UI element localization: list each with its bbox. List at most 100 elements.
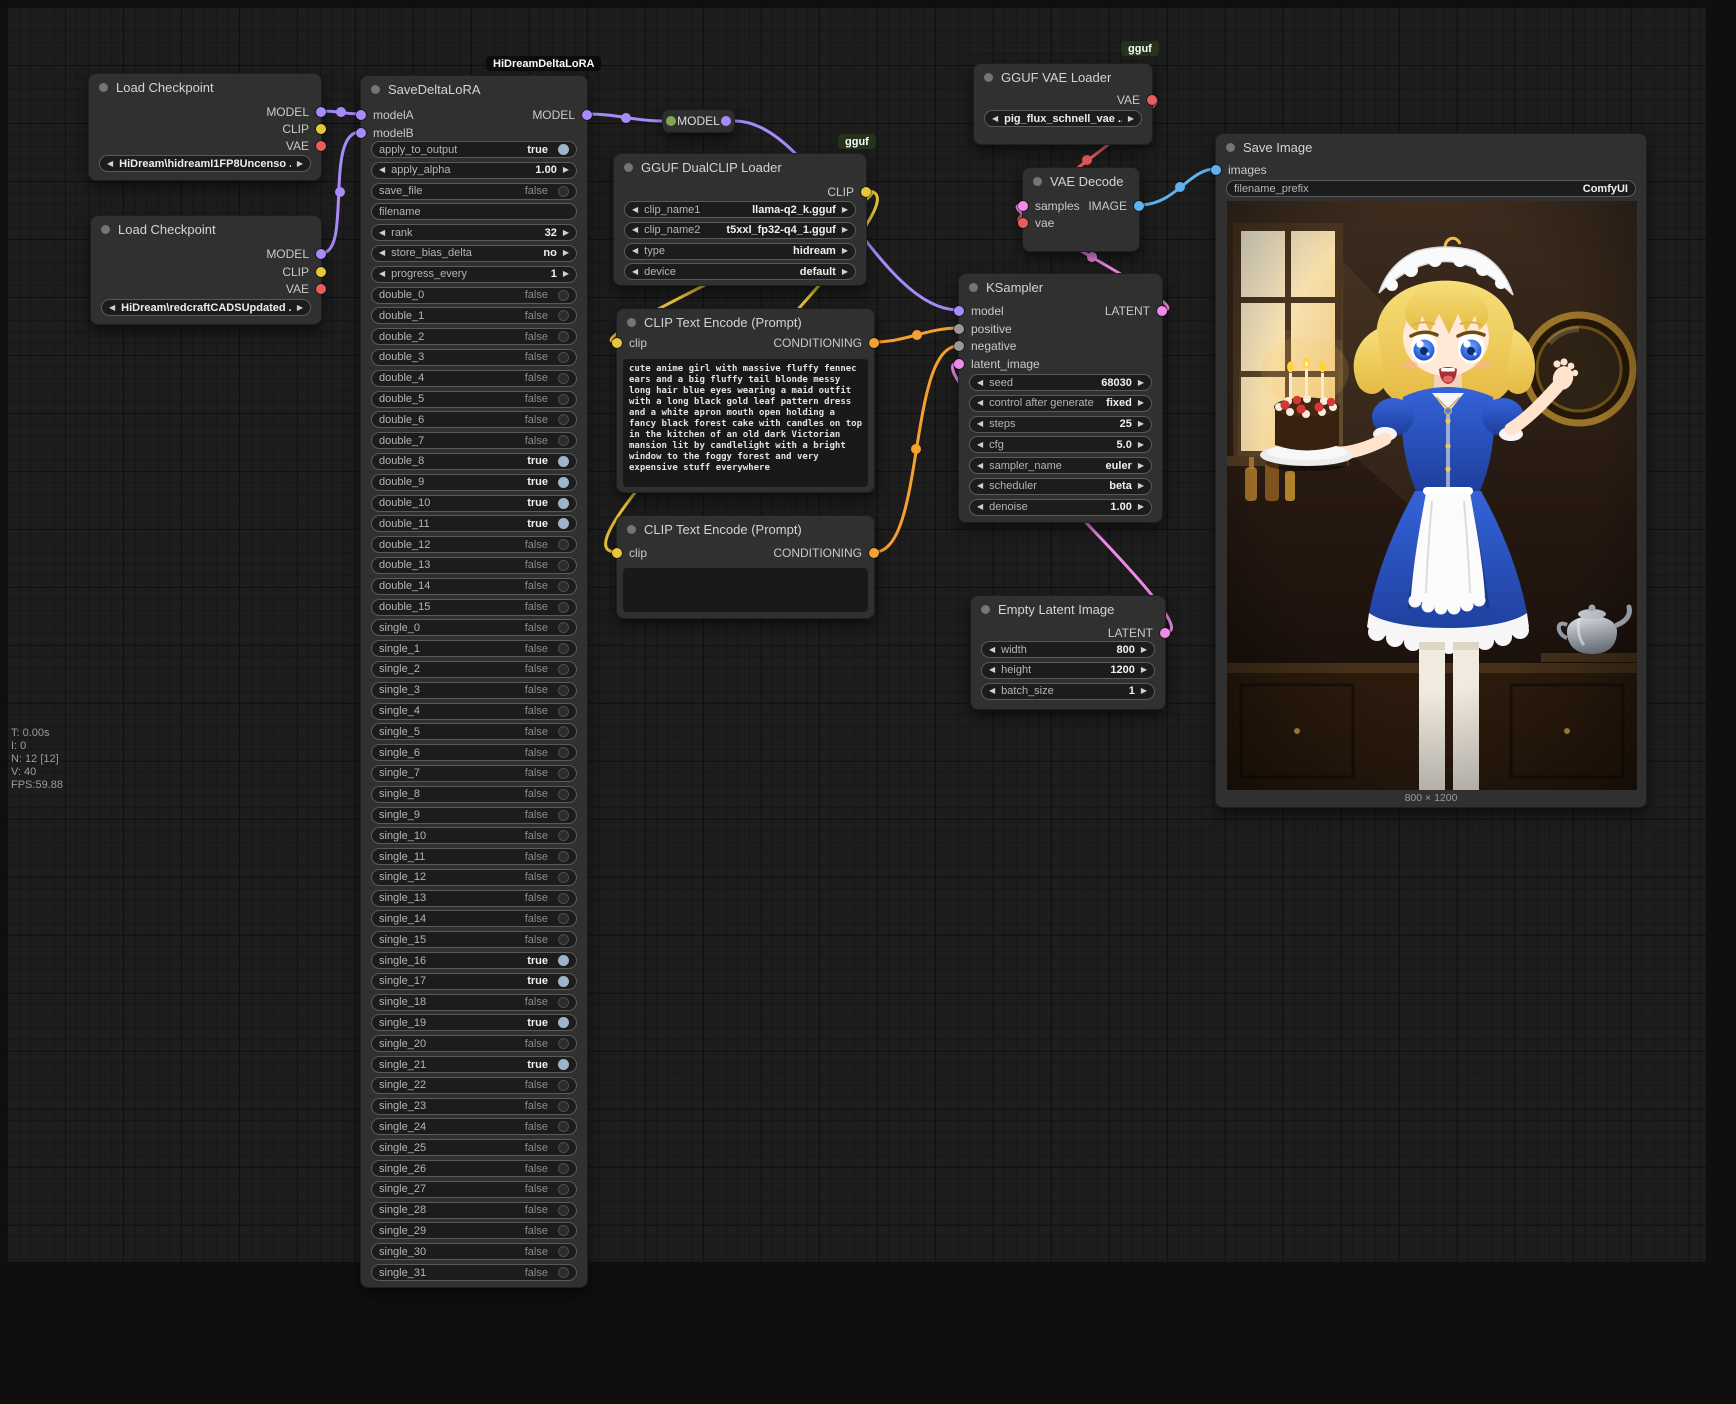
toggle-dot[interactable] — [558, 498, 569, 509]
increment-arrow-icon[interactable]: ▶ — [1141, 687, 1147, 695]
toggle-dot[interactable] — [558, 913, 569, 924]
port-dot[interactable] — [1147, 95, 1157, 105]
node-empty-latent-image[interactable]: Empty Latent Image ◀width800▶◀height1200… — [970, 595, 1166, 710]
output-port-CONDITIONING[interactable]: CONDITIONING — [773, 336, 879, 350]
widget-rank[interactable]: ◀rank32▶ — [371, 224, 577, 241]
toggle-dot[interactable] — [558, 456, 569, 467]
widget-single-19[interactable]: single_19true — [371, 1014, 577, 1031]
port-dot[interactable] — [356, 128, 366, 138]
increment-arrow-icon[interactable]: ▶ — [1138, 399, 1144, 407]
toggle-dot[interactable] — [558, 851, 569, 862]
widget-pig-flux-schnell-vae-[interactable]: ◀pig_flux_schnell_vae ...▶ — [984, 110, 1142, 127]
toggle-dot[interactable] — [558, 394, 569, 405]
widget-scheduler[interactable]: ◀schedulerbeta▶ — [969, 478, 1152, 495]
decrement-arrow-icon[interactable]: ◀ — [989, 687, 995, 695]
input-port-clip[interactable]: clip — [612, 336, 647, 350]
input-port-positive[interactable]: positive — [954, 322, 1012, 336]
output-port-LATENT[interactable]: LATENT — [1108, 626, 1170, 640]
toggle-dot[interactable] — [558, 518, 569, 529]
increment-arrow-icon[interactable]: ▶ — [842, 268, 848, 276]
increment-arrow-icon[interactable]: ▶ — [1138, 462, 1144, 470]
input-port-modelA[interactable]: modelA — [356, 108, 414, 122]
decrement-arrow-icon[interactable]: ◀ — [977, 379, 983, 387]
port-dot[interactable] — [356, 110, 366, 120]
widget-double-14[interactable]: double_14false — [371, 578, 577, 595]
widget-width[interactable]: ◀width800▶ — [981, 641, 1155, 658]
widget-single-7[interactable]: single_7false — [371, 765, 577, 782]
toggle-dot[interactable] — [558, 1163, 569, 1174]
collapse-dot[interactable] — [101, 225, 110, 234]
increment-arrow-icon[interactable]: ▶ — [297, 160, 303, 168]
widget-single-29[interactable]: single_29false — [371, 1222, 577, 1239]
collapse-dot[interactable] — [371, 85, 380, 94]
collapse-dot[interactable] — [627, 525, 636, 534]
toggle-dot[interactable] — [558, 1080, 569, 1091]
increment-arrow-icon[interactable]: ▶ — [1138, 379, 1144, 387]
output-port-CONDITIONING[interactable]: CONDITIONING — [773, 546, 879, 560]
widget-double-1[interactable]: double_1false — [371, 307, 577, 324]
toggle-dot[interactable] — [558, 997, 569, 1008]
decrement-arrow-icon[interactable]: ◀ — [977, 441, 983, 449]
widget-store-bias-delta[interactable]: ◀store_bias_deltano▶ — [371, 245, 577, 262]
increment-arrow-icon[interactable]: ▶ — [1138, 420, 1144, 428]
increment-arrow-icon[interactable]: ▶ — [563, 229, 569, 237]
decrement-arrow-icon[interactable]: ◀ — [977, 462, 983, 470]
widget-clip-name2[interactable]: ◀clip_name2t5xxl_fp32-q4_1.gguf▶ — [624, 222, 856, 239]
widget-single-15[interactable]: single_15false — [371, 931, 577, 948]
increment-arrow-icon[interactable]: ▶ — [842, 247, 848, 255]
port-dot[interactable] — [316, 249, 326, 259]
port-dot[interactable] — [612, 548, 622, 558]
widget-single-30[interactable]: single_30false — [371, 1243, 577, 1260]
widget-apply-to-output[interactable]: apply_to_outputtrue — [371, 141, 577, 158]
widget-single-23[interactable]: single_23false — [371, 1098, 577, 1115]
decrement-arrow-icon[interactable]: ◀ — [632, 226, 638, 234]
toggle-dot[interactable] — [558, 1017, 569, 1028]
port-dot[interactable] — [869, 548, 879, 558]
collapse-dot[interactable] — [981, 605, 990, 614]
toggle-dot[interactable] — [558, 872, 569, 883]
increment-arrow-icon[interactable]: ▶ — [1138, 441, 1144, 449]
widget-single-11[interactable]: single_11false — [371, 848, 577, 865]
increment-arrow-icon[interactable]: ▶ — [1138, 482, 1144, 490]
port-dot[interactable] — [1018, 201, 1028, 211]
widget-double-7[interactable]: double_7false — [371, 432, 577, 449]
widget-cfg[interactable]: ◀cfg5.0▶ — [969, 436, 1152, 453]
decrement-arrow-icon[interactable]: ◀ — [977, 482, 983, 490]
decrement-arrow-icon[interactable]: ◀ — [379, 229, 385, 237]
port-dot[interactable] — [316, 124, 326, 134]
widget-seed[interactable]: ◀seed68030▶ — [969, 374, 1152, 391]
widget-double-8[interactable]: double_8true — [371, 453, 577, 470]
widget-type[interactable]: ◀typehidream▶ — [624, 243, 856, 260]
node-clip-text-encode-negative[interactable]: CLIP Text Encode (Prompt) clipCONDITIONI… — [616, 515, 875, 619]
decrement-arrow-icon[interactable]: ◀ — [632, 247, 638, 255]
output-port-MODEL[interactable]: MODEL — [266, 247, 326, 261]
port-dot[interactable] — [954, 324, 964, 334]
toggle-dot[interactable] — [558, 144, 569, 155]
widget-single-0[interactable]: single_0false — [371, 619, 577, 636]
widget-clip-name1[interactable]: ◀clip_name1llama-q2_k.gguf▶ — [624, 201, 856, 218]
widget-control-after-generate[interactable]: ◀control after generatefixed▶ — [969, 395, 1152, 412]
widget-single-16[interactable]: single_16true — [371, 952, 577, 969]
toggle-dot[interactable] — [558, 186, 569, 197]
decrement-arrow-icon[interactable]: ◀ — [989, 646, 995, 654]
increment-arrow-icon[interactable]: ▶ — [842, 206, 848, 214]
port-dot[interactable] — [869, 338, 879, 348]
collapse-dot[interactable] — [99, 83, 108, 92]
toggle-dot[interactable] — [558, 477, 569, 488]
toggle-dot[interactable] — [558, 602, 569, 613]
increment-arrow-icon[interactable]: ▶ — [563, 166, 569, 174]
port-dot[interactable] — [954, 341, 964, 351]
toggle-dot[interactable] — [558, 830, 569, 841]
widget-double-10[interactable]: double_10true — [371, 495, 577, 512]
decrement-arrow-icon[interactable]: ◀ — [109, 304, 115, 312]
increment-arrow-icon[interactable]: ▶ — [1141, 666, 1147, 674]
increment-arrow-icon[interactable]: ▶ — [563, 270, 569, 278]
widget-single-6[interactable]: single_6false — [371, 744, 577, 761]
output-port-VAE[interactable]: VAE — [1117, 93, 1157, 107]
widget-single-24[interactable]: single_24false — [371, 1118, 577, 1135]
widget-single-22[interactable]: single_22false — [371, 1077, 577, 1094]
widget-sampler-name[interactable]: ◀sampler_nameeuler▶ — [969, 457, 1152, 474]
toggle-dot[interactable] — [558, 747, 569, 758]
widget-double-15[interactable]: double_15false — [371, 599, 577, 616]
widget-single-27[interactable]: single_27false — [371, 1181, 577, 1198]
